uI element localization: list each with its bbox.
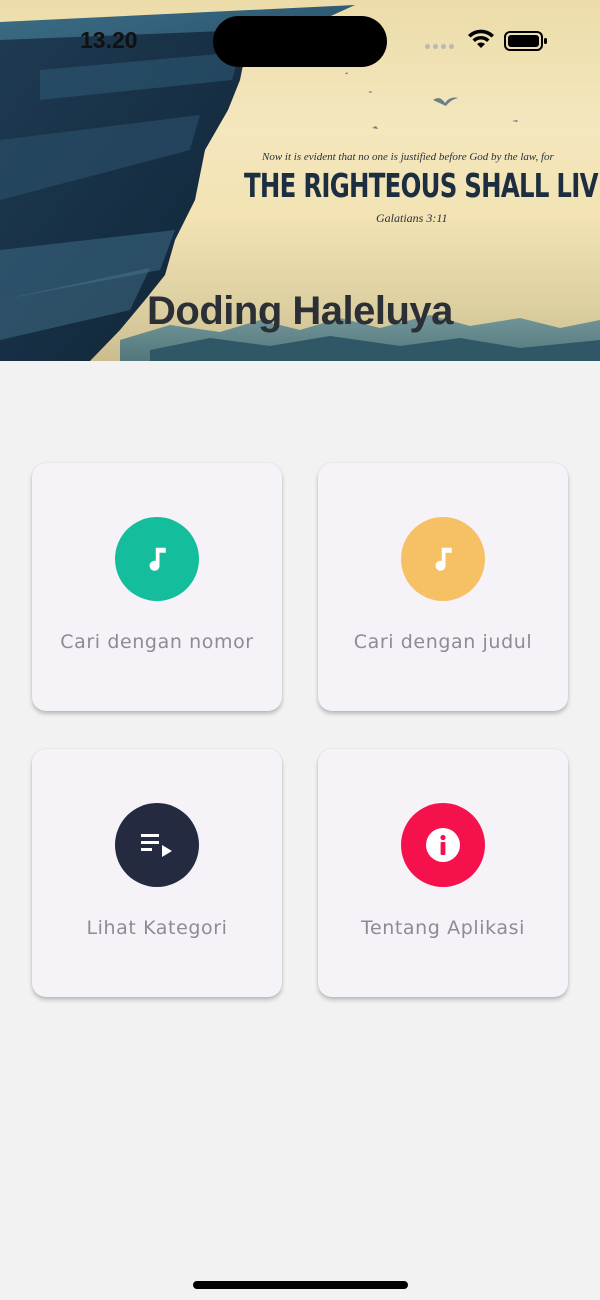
dynamic-island: [213, 16, 387, 67]
cellular-signal-icon: [425, 44, 454, 49]
search-by-number-label: Cari dengan nomor: [60, 631, 254, 653]
search-by-number-card[interactable]: Cari dengan nomor: [32, 463, 282, 711]
view-categories-card[interactable]: Lihat Kategori: [32, 749, 282, 997]
about-app-card[interactable]: Tentang Aplikasi: [318, 749, 568, 997]
app-title: Doding Haleluya: [147, 289, 453, 333]
search-by-title-card[interactable]: Cari dengan judul: [318, 463, 568, 711]
music-note-icon: [401, 517, 485, 601]
battery-icon: [504, 31, 547, 51]
search-by-title-label: Cari dengan judul: [353, 631, 533, 653]
about-app-label: Tentang Aplikasi: [360, 917, 526, 939]
playlist-play-icon: [115, 803, 199, 887]
music-note-icon: [115, 517, 199, 601]
verse-intro-text: Now it is evident that no one is justifi…: [262, 151, 554, 163]
status-time: 13.20: [80, 27, 138, 53]
verse-reference: Galatians 3:11: [376, 211, 448, 225]
view-categories-label: Lihat Kategori: [86, 917, 228, 939]
wifi-icon: [468, 29, 494, 48]
verse-main-text: THE RIGHTEOUS SHALL LIVE BY FAITH.: [244, 166, 600, 205]
info-icon: [401, 803, 485, 887]
home-indicator[interactable]: [193, 1281, 408, 1289]
